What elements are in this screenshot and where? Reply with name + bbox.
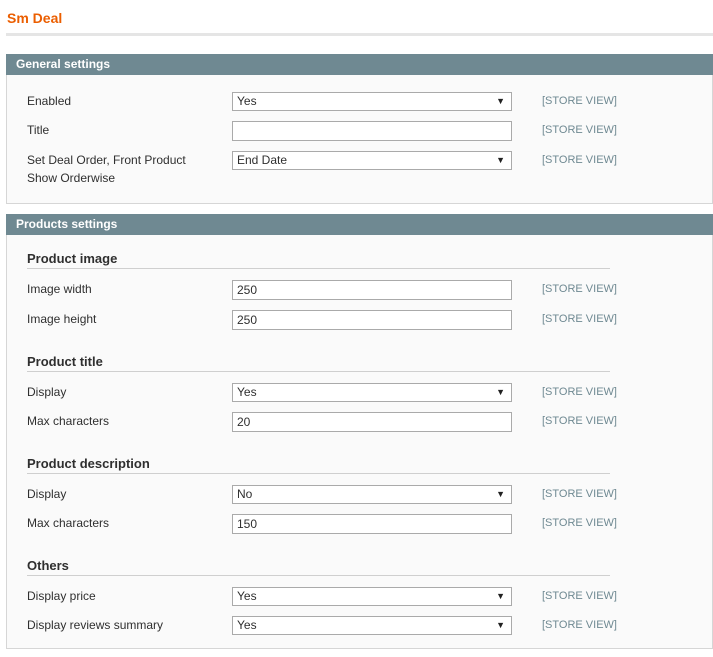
deal-order-select[interactable]: End Date ▼ (232, 151, 512, 170)
chevron-down-icon: ▼ (496, 591, 505, 601)
desc-display-select[interactable]: No ▼ (232, 485, 512, 504)
image-height-scope: [STORE VIEW] (542, 313, 617, 325)
display-price-select[interactable]: Yes ▼ (232, 587, 512, 606)
image-width-input[interactable]: 250 (232, 280, 512, 300)
desc-display-label: Display (27, 487, 67, 501)
deal-order-label-line1: Set Deal Order, Front Product (27, 153, 186, 167)
deal-order-scope: [STORE VIEW] (542, 154, 617, 166)
title-input[interactable] (232, 121, 512, 141)
enabled-select-value: Yes (237, 94, 257, 108)
group-title-product-title: Product title (27, 354, 610, 372)
title-scope: [STORE VIEW] (542, 124, 617, 136)
display-reviews-select[interactable]: Yes ▼ (232, 616, 512, 635)
desc-display-scope: [STORE VIEW] (542, 488, 617, 500)
display-reviews-scope: [STORE VIEW] (542, 619, 617, 631)
title-display-label: Display (27, 385, 67, 399)
display-reviews-select-value: Yes (237, 618, 257, 632)
enabled-scope: [STORE VIEW] (542, 95, 617, 107)
desc-max-label: Max characters (27, 516, 110, 530)
desc-max-scope: [STORE VIEW] (542, 517, 617, 529)
desc-display-select-value: No (237, 487, 253, 501)
page-title: Sm Deal (7, 10, 63, 26)
display-reviews-label: Display reviews summary (27, 618, 164, 632)
title-max-label: Max characters (27, 414, 110, 428)
title-display-select-value: Yes (237, 385, 257, 399)
image-height-label: Image height (27, 312, 97, 326)
group-title-product-image: Product image (27, 251, 610, 269)
section-header-general[interactable]: General settings (6, 54, 713, 75)
title-display-scope: [STORE VIEW] (542, 386, 617, 398)
deal-order-select-value: End Date (237, 153, 288, 167)
chevron-down-icon: ▼ (496, 489, 505, 499)
enabled-select[interactable]: Yes ▼ (232, 92, 512, 111)
title-label: Title (27, 123, 50, 137)
group-title-product-description: Product description (27, 456, 610, 474)
chevron-down-icon: ▼ (496, 96, 505, 106)
chevron-down-icon: ▼ (496, 155, 505, 165)
image-width-label: Image width (27, 282, 92, 296)
section-header-products[interactable]: Products settings (6, 214, 713, 235)
image-width-scope: [STORE VIEW] (542, 283, 617, 295)
title-max-scope: [STORE VIEW] (542, 415, 617, 427)
deal-order-label-line2: Show Orderwise (27, 171, 116, 185)
display-price-select-value: Yes (237, 589, 257, 603)
desc-max-input[interactable]: 150 (232, 514, 512, 534)
chevron-down-icon: ▼ (496, 387, 505, 397)
chevron-down-icon: ▼ (496, 620, 505, 630)
image-height-input[interactable]: 250 (232, 310, 512, 330)
title-display-select[interactable]: Yes ▼ (232, 383, 512, 402)
display-price-scope: [STORE VIEW] (542, 590, 617, 602)
title-divider (6, 33, 713, 36)
enabled-label: Enabled (27, 94, 72, 108)
display-price-label: Display price (27, 589, 96, 603)
title-max-input[interactable]: 20 (232, 412, 512, 432)
group-title-others: Others (27, 558, 610, 576)
